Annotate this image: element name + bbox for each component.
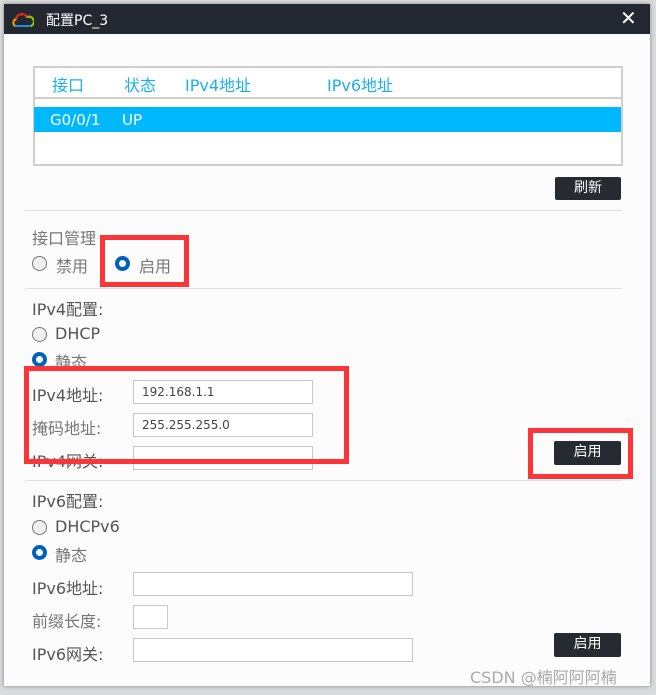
divider <box>25 210 622 211</box>
header-interface: 接口 <box>52 76 85 95</box>
ipv6-static-label: 静态 <box>55 546 88 565</box>
cloud-logo-icon <box>12 13 34 27</box>
header-ipv4: IPv4地址 <box>185 76 252 95</box>
header-ipv6: IPv6地址 <box>327 76 394 95</box>
ipv6-section-label: IPv6配置: <box>32 492 104 511</box>
ipv6-address-input[interactable] <box>133 572 413 596</box>
ipv6-gateway-input[interactable] <box>133 638 413 662</box>
refresh-button[interactable]: 刷新 <box>555 177 621 200</box>
dhcp-label: DHCP <box>55 324 101 343</box>
disable-label: 禁用 <box>56 257 89 276</box>
cell-status: UP <box>122 111 143 129</box>
interface-mgmt-label: 接口管理 <box>32 229 97 248</box>
ipv6-address-label: IPv6地址: <box>32 579 104 598</box>
cell-interface: G0/0/1 <box>50 111 101 129</box>
dhcpv6-label: DHCPv6 <box>55 517 120 536</box>
ipv6-apply-button[interactable]: 启用 <box>554 633 621 657</box>
dhcp-radio[interactable] <box>32 327 47 342</box>
divider <box>25 288 622 289</box>
ipv6-static-radio[interactable] <box>32 545 47 560</box>
header-status: 状态 <box>124 76 157 95</box>
close-icon[interactable]: ✕ <box>620 6 637 30</box>
disable-radio[interactable] <box>32 256 47 271</box>
dhcpv6-radio[interactable] <box>32 520 47 535</box>
watermark: CSDN @楠阿阿阿楠 <box>470 668 617 687</box>
ipv4-static-radio[interactable] <box>32 352 47 367</box>
ipv4-section-label: IPv4配置: <box>32 300 104 319</box>
divider <box>25 480 622 481</box>
prefix-length-input[interactable] <box>133 605 168 629</box>
ipv6-gateway-label: IPv6网关: <box>32 645 104 664</box>
prefix-length-label: 前缀长度: <box>32 612 102 631</box>
window-title: 配置PC_3 <box>46 13 109 29</box>
highlight-box <box>24 366 349 464</box>
highlight-box <box>100 235 189 287</box>
highlight-box <box>528 428 633 479</box>
